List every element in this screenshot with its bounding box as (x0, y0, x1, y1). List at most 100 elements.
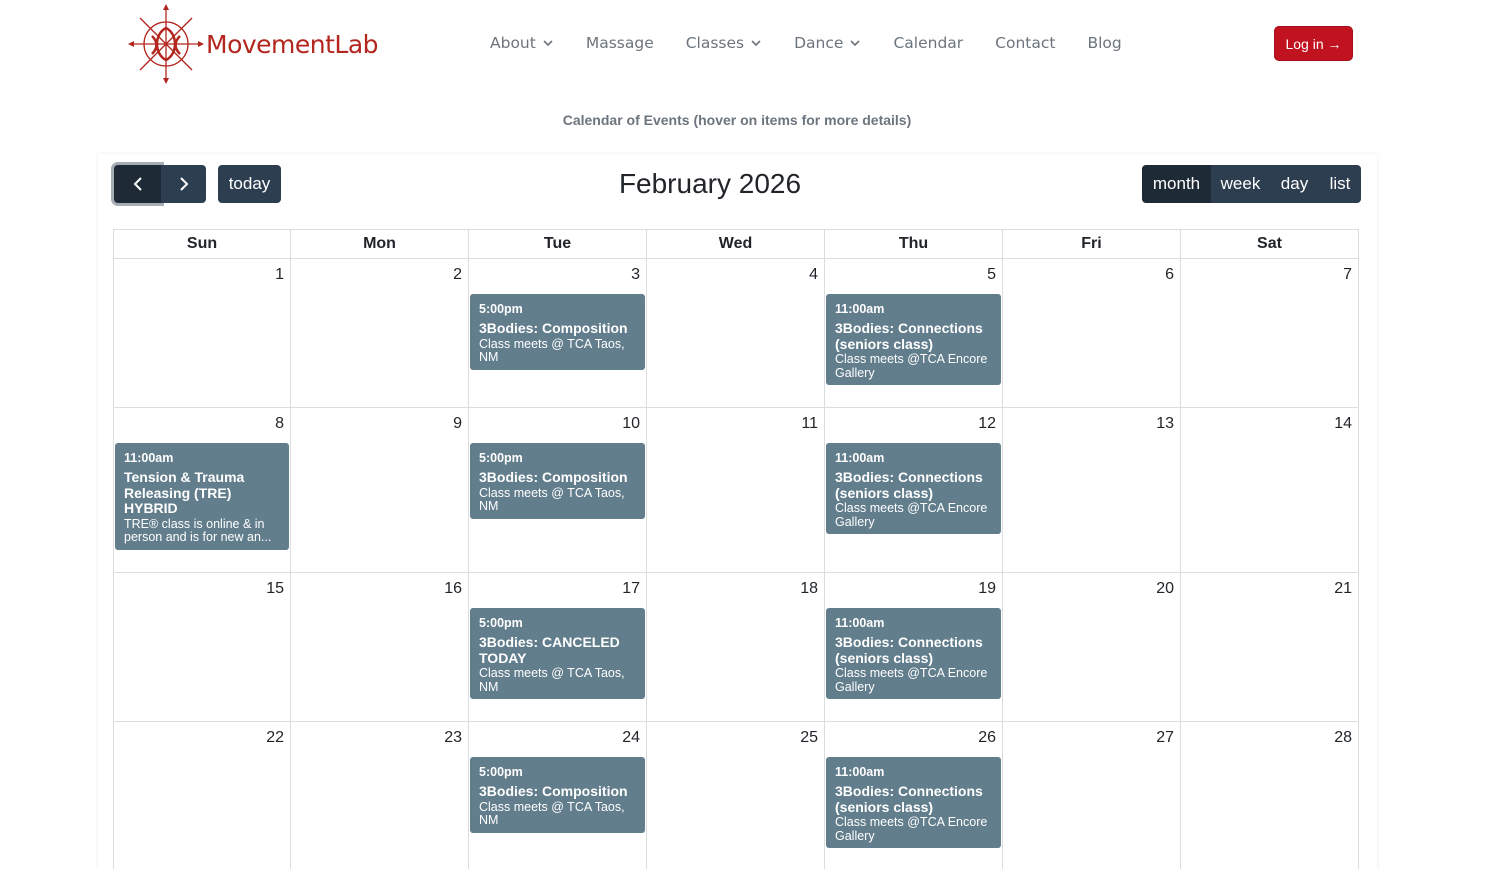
day-cell[interactable]: 15 (113, 573, 291, 722)
day-cell[interactable]: 2 (291, 259, 469, 408)
day-cell[interactable]: 12 11:00am 3Bodies: Connections (seniors c… (825, 408, 1003, 573)
day-cell[interactable]: 7 (1181, 259, 1359, 408)
day-number[interactable]: 14 (1334, 415, 1352, 433)
view-month-button[interactable]: month (1142, 165, 1211, 203)
nav-classes[interactable]: Classes (686, 32, 762, 54)
event-title: 3Bodies: CANCELED TODAY (479, 634, 620, 666)
day-cell[interactable]: 25 (647, 722, 825, 869)
nav-dance[interactable]: Dance (794, 32, 861, 54)
day-number[interactable]: 4 (809, 266, 818, 284)
next-month-button[interactable] (161, 165, 206, 203)
day-cell[interactable]: 3 5:00pm 3Bodies: Composition Class meets @… (469, 259, 647, 408)
day-number[interactable]: 1 (275, 266, 284, 284)
day-number[interactable]: 20 (1156, 580, 1174, 598)
calendar-event[interactable]: 11:00am 3Bodies: Connections (seniors cla… (826, 608, 1001, 699)
day-cell[interactable]: 4 (647, 259, 825, 408)
day-number[interactable]: 24 (622, 729, 640, 747)
nav-about-label: About (490, 34, 536, 52)
weekday-wed: Wed (647, 229, 825, 259)
day-cell[interactable]: 5 11:00am 3Bodies: Connections (seniors cl… (825, 259, 1003, 408)
login-button[interactable]: Log in → (1274, 26, 1353, 61)
calendar-week: 22 23 24 5:00pm 3Bodies: Composition Class me… (113, 722, 1361, 869)
view-day-button[interactable]: day (1270, 165, 1319, 203)
day-cell[interactable]: 28 (1181, 722, 1359, 869)
nav-blog[interactable]: Blog (1087, 32, 1121, 54)
event-time: 11:00am (835, 302, 885, 316)
day-cell[interactable]: 8 11:00am Tension & Trauma Releasing (TRE)… (113, 408, 291, 573)
calendar-event[interactable]: 5:00pm 3Bodies: CANCELED TODAY Class meets… (470, 608, 645, 699)
day-number[interactable]: 19 (978, 580, 996, 598)
calendar-grid: Sun Mon Tue Wed Thu Fri Sat 1 2 3 5:00pm 3Bo… (113, 229, 1361, 869)
calendar-event[interactable]: 11:00am Tension & Trauma Releasing (TRE) … (115, 443, 289, 550)
today-button[interactable]: today (218, 165, 281, 203)
weekday-sun: Sun (113, 229, 291, 259)
event-title: 3Bodies: Connections (seniors class) (835, 634, 983, 666)
nav-about[interactable]: About (490, 32, 554, 54)
day-cell[interactable]: 27 (1003, 722, 1181, 869)
day-cell[interactable]: 26 11:00am 3Bodies: Connections (seniors c… (825, 722, 1003, 869)
day-number[interactable]: 6 (1165, 266, 1174, 284)
event-time: 5:00pm (479, 765, 523, 779)
day-cell[interactable]: 21 (1181, 573, 1359, 722)
calendar-event[interactable]: 11:00am 3Bodies: Connections (seniors cla… (826, 443, 1001, 534)
nav-calendar[interactable]: Calendar (893, 32, 963, 54)
day-cell[interactable]: 19 11:00am 3Bodies: Connections (seniors c… (825, 573, 1003, 722)
day-cell[interactable]: 9 (291, 408, 469, 573)
event-title: 3Bodies: Connections (seniors class) (835, 783, 983, 815)
nav-contact[interactable]: Contact (995, 32, 1055, 54)
day-cell[interactable]: 23 (291, 722, 469, 869)
calendar-week: 8 11:00am Tension & Trauma Releasing (TRE)… (113, 408, 1361, 573)
day-cell[interactable]: 13 (1003, 408, 1181, 573)
day-number[interactable]: 9 (453, 415, 462, 433)
day-number[interactable]: 25 (800, 729, 818, 747)
site-logo[interactable]: MovementLab (128, 4, 418, 84)
day-number[interactable]: 17 (622, 580, 640, 598)
day-number[interactable]: 28 (1334, 729, 1352, 747)
day-number[interactable]: 12 (978, 415, 996, 433)
day-cell[interactable]: 14 (1181, 408, 1359, 573)
day-number[interactable]: 23 (444, 729, 462, 747)
calendar-event[interactable]: 5:00pm 3Bodies: Composition Class meets @ … (470, 443, 645, 519)
day-number[interactable]: 22 (266, 729, 284, 747)
day-cell[interactable]: 10 5:00pm 3Bodies: Composition Class meets … (469, 408, 647, 573)
day-number[interactable]: 11 (801, 415, 818, 433)
day-number[interactable]: 5 (987, 266, 996, 284)
day-number[interactable]: 3 (631, 266, 640, 284)
view-list-button[interactable]: list (1319, 165, 1361, 203)
calendar-event[interactable]: 5:00pm 3Bodies: Composition Class meets @ … (470, 757, 645, 833)
nav-massage[interactable]: Massage (586, 32, 654, 54)
day-number[interactable]: 26 (978, 729, 996, 747)
day-cell[interactable]: 24 5:00pm 3Bodies: Composition Class meets … (469, 722, 647, 869)
day-cell[interactable]: 17 5:00pm 3Bodies: CANCELED TODAY Class mee… (469, 573, 647, 722)
day-number[interactable]: 8 (275, 415, 284, 433)
day-number[interactable]: 16 (444, 580, 462, 598)
day-cell[interactable]: 22 (113, 722, 291, 869)
view-week-button[interactable]: week (1211, 165, 1270, 203)
day-cell[interactable]: 11 (647, 408, 825, 573)
logo-compass-icon (128, 4, 204, 84)
day-number[interactable]: 15 (266, 580, 284, 598)
event-description: Class meets @TCA Encore Gallery (835, 352, 988, 380)
nav-blog-label: Blog (1087, 34, 1122, 52)
prev-month-button[interactable] (114, 165, 161, 203)
day-cell[interactable]: 1 (113, 259, 291, 408)
day-cell[interactable]: 18 (647, 573, 825, 722)
calendar-event[interactable]: 11:00am 3Bodies: Connections (seniors cla… (826, 294, 1001, 385)
day-number[interactable]: 21 (1334, 580, 1352, 598)
day-number[interactable]: 10 (622, 415, 640, 433)
day-number[interactable]: 13 (1156, 415, 1174, 433)
day-number[interactable]: 27 (1156, 729, 1174, 747)
weekday-tue: Tue (469, 229, 647, 259)
day-number[interactable]: 2 (453, 266, 462, 284)
calendar-event[interactable]: 11:00am 3Bodies: Connections (seniors cla… (826, 757, 1001, 848)
calendar-event[interactable]: 5:00pm 3Bodies: Composition Class meets @ … (470, 294, 645, 370)
nav-contact-label: Contact (995, 34, 1056, 52)
day-number[interactable]: 18 (800, 580, 818, 598)
day-cell[interactable]: 6 (1003, 259, 1181, 408)
day-cell[interactable]: 16 (291, 573, 469, 722)
event-title: 3Bodies: Connections (seniors class) (835, 320, 983, 352)
day-cell[interactable]: 20 (1003, 573, 1181, 722)
event-description: Class meets @ TCA Taos, NM (479, 666, 625, 694)
view-switcher: month week day list (1142, 165, 1361, 203)
day-number[interactable]: 7 (1343, 266, 1352, 284)
